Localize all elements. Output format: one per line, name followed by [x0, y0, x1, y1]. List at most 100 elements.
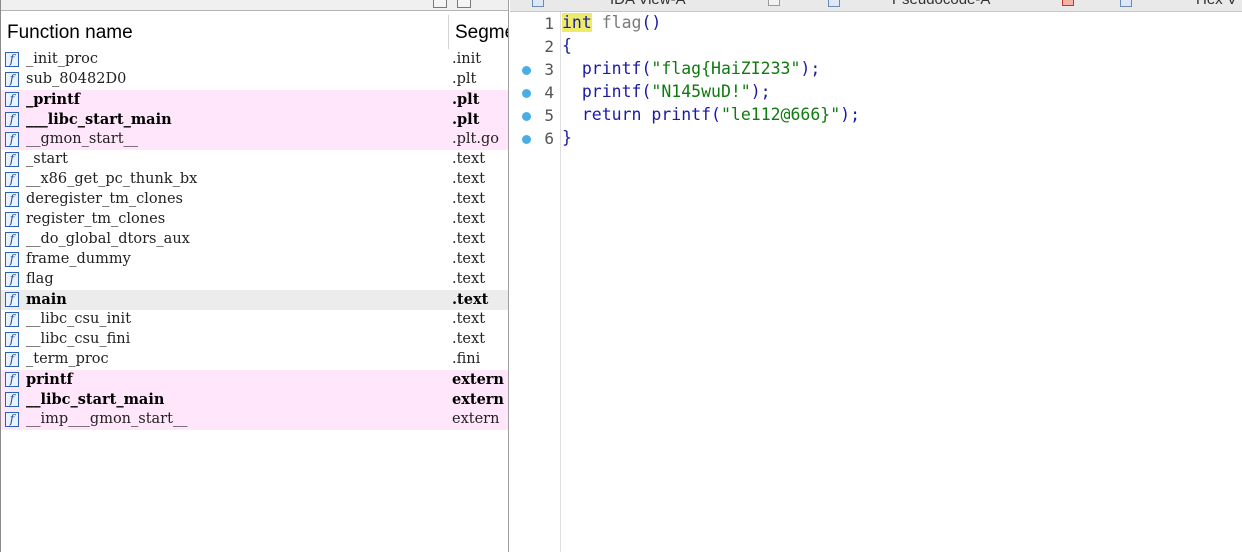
- function-f-icon: f: [5, 212, 19, 227]
- function-name: __x86_get_pc_thunk_bx: [26, 171, 198, 187]
- function-f-icon: f: [5, 372, 19, 387]
- code-line[interactable]: return printf("le112@666}");: [562, 105, 860, 128]
- code-token: printf(: [562, 59, 652, 78]
- function-segment: .text: [452, 151, 486, 167]
- function-name: __imp___gmon_start__: [26, 411, 188, 427]
- function-name: flag: [26, 271, 54, 287]
- function-row[interactable]: f __libc_csu_init .text: [1, 310, 508, 330]
- function-row[interactable]: f sub_80482D0 .plt: [1, 70, 508, 90]
- function-segment: .plt: [452, 71, 477, 87]
- function-row[interactable]: f deregister_tm_clones .text: [1, 190, 508, 210]
- pseudocode-editor[interactable]: int flag(){ printf("flag{HaiZI233"); pri…: [561, 12, 1242, 552]
- function-segment: extern: [452, 411, 500, 427]
- function-f-icon: f: [5, 392, 19, 407]
- tab-close-icon[interactable]: [768, 0, 780, 6]
- function-segment: .text: [452, 191, 486, 207]
- function-row[interactable]: f printf extern: [1, 370, 508, 390]
- function-row[interactable]: f __do_global_dtors_aux .text: [1, 230, 508, 250]
- function-name: printf: [26, 371, 73, 388]
- function-row[interactable]: f _printf .plt: [1, 90, 508, 110]
- functions-column-header: Function name Segme: [1, 11, 508, 51]
- string-literal: "flag{HaiZI233": [651, 59, 801, 78]
- function-name: __gmon_start__: [26, 131, 139, 147]
- function-f-icon: f: [5, 172, 19, 187]
- functions-window: Function name Segme f_init_proc.initfsub…: [0, 0, 509, 552]
- tab-ida-view-a[interactable]: IDA View-A: [610, 0, 686, 8]
- function-segment: .plt: [452, 111, 480, 128]
- functions-window-titlebar: [1, 0, 508, 11]
- function-name: frame_dummy: [26, 251, 131, 267]
- code-line[interactable]: printf("flag{HaiZI233");: [562, 59, 820, 82]
- function-f-icon: f: [5, 232, 19, 247]
- function-f-icon: f: [5, 112, 19, 127]
- function-segment: .plt: [452, 91, 480, 108]
- function-segment: .plt.go: [452, 131, 499, 147]
- function-row[interactable]: f __gmon_start__ .plt.go: [1, 130, 508, 150]
- function-segment: .text: [452, 211, 486, 227]
- function-f-icon: f: [5, 52, 19, 67]
- string-literal: "le112@666}": [720, 105, 841, 124]
- function-row[interactable]: f __x86_get_pc_thunk_bx .text: [1, 170, 508, 190]
- function-name: _init_proc: [26, 51, 99, 67]
- function-name: register_tm_clones: [26, 211, 166, 227]
- function-name: sub_80482D0: [26, 71, 127, 87]
- code-token: flag: [601, 13, 642, 32]
- function-name: __libc_csu_fini: [26, 331, 131, 347]
- column-function-name[interactable]: Function name: [7, 22, 133, 44]
- function-f-icon: f: [5, 352, 19, 367]
- code-line[interactable]: int flag(): [562, 13, 661, 36]
- function-f-icon: f: [5, 252, 19, 267]
- function-segment: .text: [452, 231, 486, 247]
- code-token: {: [562, 36, 572, 55]
- function-row[interactable]: f main .text: [1, 290, 508, 310]
- tab-bar: IDA View-A Pseudocode-A Hex V: [510, 0, 1242, 12]
- tab-close-icon-active[interactable]: [1062, 0, 1074, 6]
- line-number-gutter: 123456: [510, 12, 561, 552]
- tab-pseudocode-a[interactable]: Pseudocode-A: [892, 0, 990, 8]
- function-f-icon: f: [5, 132, 19, 147]
- function-f-icon: f: [5, 192, 19, 207]
- function-row[interactable]: f flag .text: [1, 270, 508, 290]
- line-number: 2: [544, 37, 554, 56]
- line-number: 1: [544, 14, 554, 33]
- function-row[interactable]: f register_tm_clones .text: [1, 210, 508, 230]
- function-segment: .fini: [452, 351, 481, 367]
- code-token: (): [641, 13, 662, 32]
- function-name: ___libc_start_main: [26, 111, 172, 128]
- function-f-icon: f: [5, 412, 19, 427]
- column-segment[interactable]: Segme: [455, 22, 508, 44]
- breakpoint-dot-icon[interactable]: [522, 112, 531, 121]
- function-segment: .text: [452, 311, 486, 327]
- function-row[interactable]: f ___libc_start_main .plt: [1, 110, 508, 130]
- function-row[interactable]: f __libc_start_main extern: [1, 390, 508, 410]
- function-row[interactable]: f _start .text: [1, 150, 508, 170]
- breakpoint-dot-icon[interactable]: [522, 89, 531, 98]
- code-token: return printf(: [562, 105, 721, 124]
- function-segment: .text: [452, 291, 489, 308]
- code-line[interactable]: {: [562, 36, 572, 59]
- disassembly-tab-icon: [532, 0, 544, 7]
- code-line[interactable]: printf("N145wuD!");: [562, 82, 771, 105]
- function-name: _start: [26, 151, 68, 167]
- function-row[interactable]: f _init_proc .init: [1, 50, 508, 70]
- function-segment: .init: [452, 51, 482, 67]
- function-segment: extern: [452, 391, 504, 408]
- function-name: __libc_start_main: [26, 391, 165, 408]
- function-row[interactable]: f frame_dummy .text: [1, 250, 508, 270]
- function-f-icon: f: [5, 72, 19, 87]
- breakpoint-dot-icon[interactable]: [522, 66, 531, 75]
- function-row[interactable]: f __libc_csu_fini .text: [1, 330, 508, 350]
- code-token: printf(: [562, 82, 652, 101]
- restore-icon[interactable]: [433, 0, 447, 8]
- function-segment: .text: [452, 331, 486, 347]
- tab-hex-view[interactable]: Hex V: [1196, 0, 1237, 8]
- function-segment: .text: [452, 271, 486, 287]
- function-f-icon: f: [5, 152, 19, 167]
- code-line[interactable]: }: [562, 128, 572, 151]
- function-row[interactable]: f _term_proc .fini: [1, 350, 508, 370]
- breakpoint-dot-icon[interactable]: [522, 135, 531, 144]
- function-row[interactable]: f __imp___gmon_start__ extern: [1, 410, 508, 430]
- close-icon[interactable]: [457, 0, 471, 8]
- function-name: _term_proc: [26, 351, 109, 367]
- column-divider[interactable]: [448, 15, 449, 49]
